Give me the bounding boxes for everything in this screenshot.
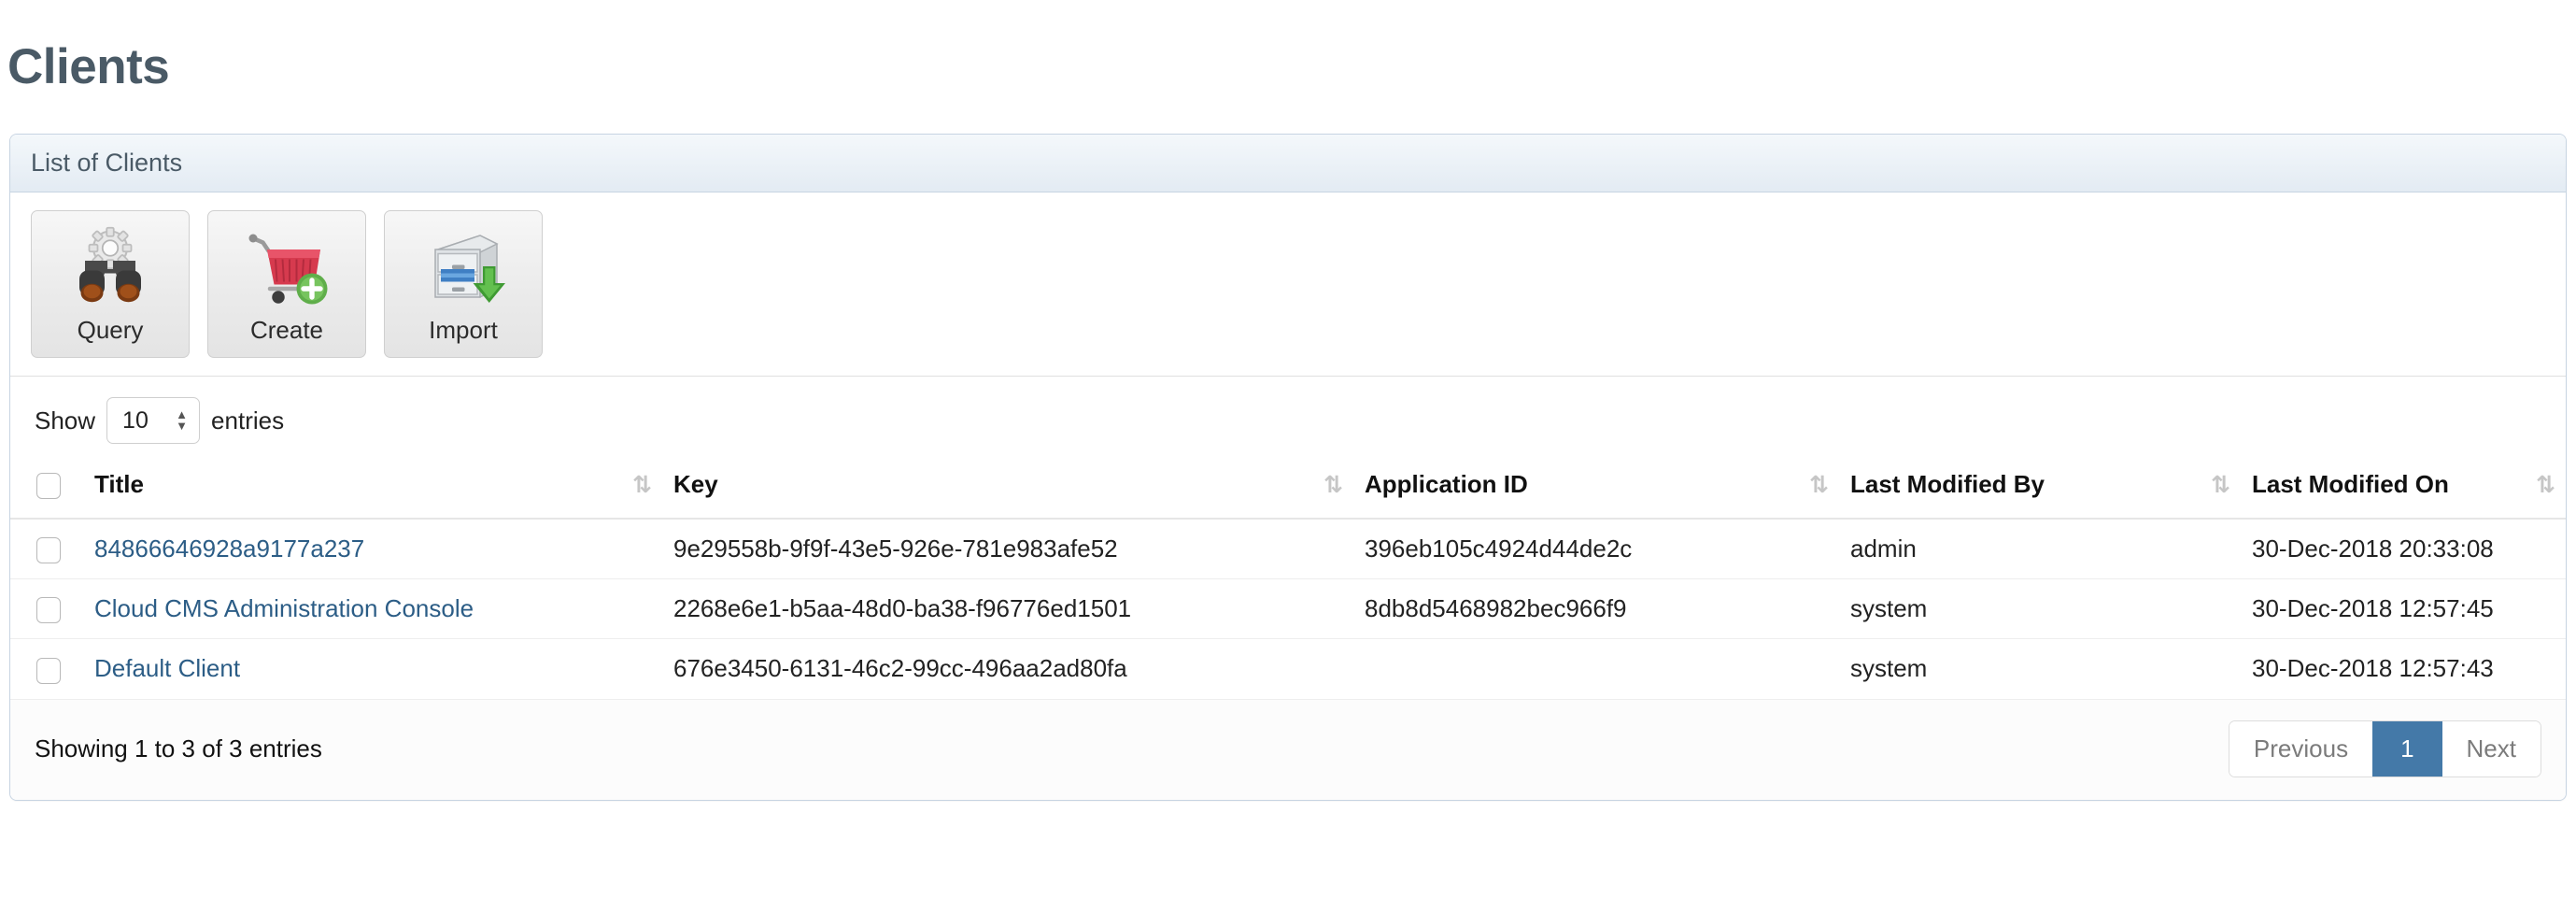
header-last-modified-by-label: Last Modified By — [1850, 470, 2045, 499]
table-body: 84866646928a9177a237 9e29558b-9f9f-43e5-… — [10, 519, 2566, 700]
header-key-label: Key — [673, 470, 718, 499]
import-button[interactable]: Import — [384, 210, 543, 358]
table-header-row: Title ⇅ Key ⇅ Application ID ⇅ Last Modi… — [10, 457, 2566, 520]
row-select-cell — [10, 519, 83, 580]
create-button[interactable]: Create — [207, 210, 366, 358]
table-row[interactable]: Default Client 676e3450-6131-46c2-99cc-4… — [10, 638, 2566, 700]
select-all-checkbox[interactable] — [36, 473, 61, 500]
clients-page: Clients List of Clients Query Create Imp… — [0, 0, 2576, 912]
row-checkbox[interactable] — [36, 597, 61, 624]
length-menu: Show 102550100 ▲▼ entries — [10, 377, 2566, 457]
row-checkbox[interactable] — [36, 657, 61, 684]
table-head: Title ⇅ Key ⇅ Application ID ⇅ Last Modi… — [10, 457, 2566, 520]
filing-cabinet-download-icon — [434, 235, 505, 303]
page-title: Clients — [7, 38, 170, 94]
cell-last-modified-on: 30-Dec-2018 12:57:43 — [2241, 638, 2566, 700]
length-prefix-label: Show — [35, 406, 96, 435]
cell-last-modified-on: 30-Dec-2018 12:57:45 — [2241, 578, 2566, 640]
import-button-label: Import — [429, 316, 498, 344]
sort-updown-icon[interactable]: ⇅ — [632, 471, 652, 498]
sort-updown-icon[interactable]: ⇅ — [1809, 471, 1829, 498]
sort-updown-icon[interactable]: ⇅ — [2211, 471, 2230, 498]
header-application-id[interactable]: Application ID ⇅ — [1353, 457, 1839, 520]
row-checkbox[interactable] — [36, 537, 61, 564]
client-title-link[interactable]: Cloud CMS Administration Console — [94, 594, 474, 622]
cell-last-modified-on: 30-Dec-2018 20:33:08 — [2241, 519, 2566, 580]
toolbar: Query Create Import — [10, 192, 2566, 377]
client-title-link[interactable]: 84866646928a9177a237 — [94, 534, 364, 563]
pagination: Previous 1 Next — [2228, 720, 2541, 777]
table-row[interactable]: Cloud CMS Administration Console 2268e6e… — [10, 578, 2566, 640]
entries-select-wrapper[interactable]: 102550100 ▲▼ — [106, 397, 201, 444]
cell-last-modified-by: system — [1839, 638, 2241, 700]
table-row[interactable]: 84866646928a9177a237 9e29558b-9f9f-43e5-… — [10, 519, 2566, 580]
entries-select[interactable]: 102550100 — [106, 397, 201, 444]
row-select-cell — [10, 638, 83, 700]
sort-updown-icon[interactable]: ⇅ — [1323, 471, 1343, 498]
cell-title: Cloud CMS Administration Console — [83, 578, 662, 640]
header-application-id-label: Application ID — [1365, 470, 1528, 499]
header-title[interactable]: Title ⇅ — [83, 457, 662, 520]
cell-key: 9e29558b-9f9f-43e5-926e-781e983afe52 — [662, 519, 1353, 580]
header-key[interactable]: Key ⇅ — [662, 457, 1353, 520]
cell-key: 676e3450-6131-46c2-99cc-496aa2ad80fa — [662, 638, 1353, 700]
header-last-modified-by[interactable]: Last Modified By ⇅ — [1839, 457, 2241, 520]
panel-body: Query Create Import Show 10 ▲ ▼ entries … — [10, 192, 2566, 800]
cell-last-modified-by: admin — [1839, 519, 2241, 580]
binoculars-gear-icon — [79, 226, 141, 303]
header-title-label: Title — [94, 470, 144, 499]
cell-title: Default Client — [83, 638, 662, 700]
query-button-label: Query — [77, 316, 144, 344]
row-select-cell — [10, 578, 83, 640]
cell-title: 84866646928a9177a237 — [83, 519, 662, 580]
next-page-button[interactable]: Next — [2442, 720, 2541, 777]
select-all-header — [10, 457, 83, 520]
page-button-1[interactable]: 1 — [2372, 720, 2442, 777]
cell-last-modified-by: system — [1839, 578, 2241, 640]
shopping-cart-plus-icon — [248, 234, 328, 305]
table-info: Showing 1 to 3 of 3 entries — [35, 734, 322, 762]
cell-key: 2268e6e1-b5aa-48d0-ba38-f96776ed1501 — [662, 578, 1353, 640]
cell-application-id: 396eb105c4924d44de2c — [1353, 519, 1839, 580]
clients-panel: List of Clients Query Create Import Show… — [9, 134, 2567, 801]
header-last-modified-on-label: Last Modified On — [2252, 470, 2449, 499]
header-last-modified-on[interactable]: Last Modified On ⇅ — [2241, 457, 2566, 520]
cell-application-id: 8db8d5468982bec966f9 — [1353, 578, 1839, 640]
clients-table: Title ⇅ Key ⇅ Application ID ⇅ Last Modi… — [10, 457, 2566, 700]
table-footer: Showing 1 to 3 of 3 entries Previous 1 N… — [10, 699, 2566, 800]
create-button-label: Create — [249, 316, 324, 344]
sort-updown-icon[interactable]: ⇅ — [2536, 471, 2555, 498]
length-suffix-label: entries — [211, 406, 285, 435]
cell-application-id — [1353, 638, 1839, 700]
query-button[interactable]: Query — [31, 210, 190, 358]
client-title-link[interactable]: Default Client — [94, 654, 240, 682]
previous-page-button[interactable]: Previous — [2229, 720, 2373, 777]
panel-heading: List of Clients — [10, 135, 2566, 192]
panel-title: List of Clients — [31, 149, 183, 177]
